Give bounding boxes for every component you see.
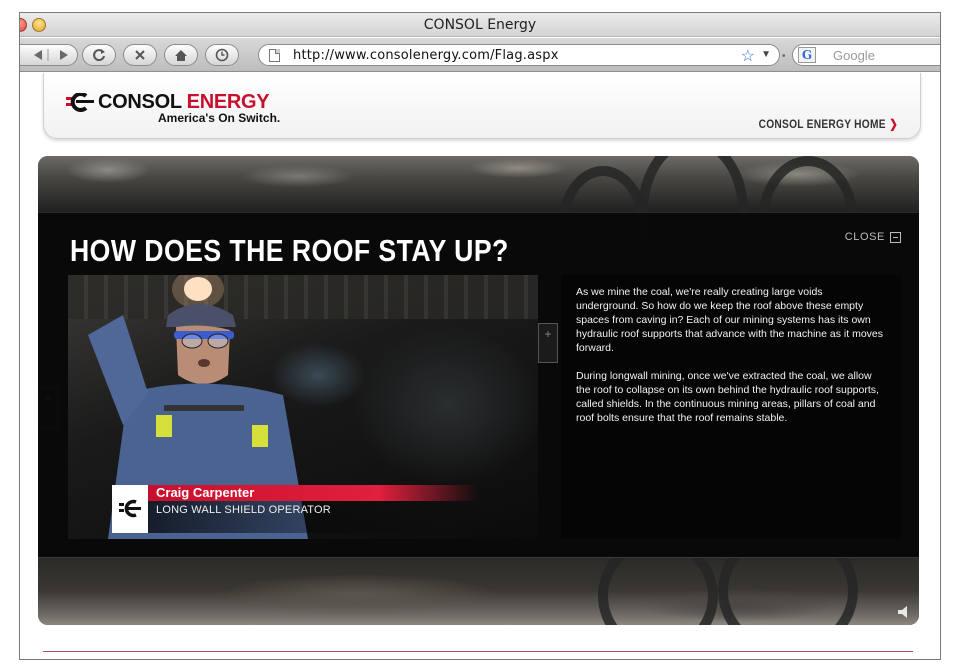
home-icon	[175, 49, 187, 61]
video-player[interactable]: Craig Carpenter LONG WALL SHIELD OPERATO…	[68, 275, 538, 539]
description-panel: As we mine the coal, we're really creati…	[561, 275, 901, 539]
chevron-down-icon[interactable]: ▼	[761, 49, 771, 60]
footer-divider	[43, 651, 913, 652]
search-input[interactable]: G Google ⚲	[792, 44, 940, 66]
browser-toolbar: http://www.consolenergy.com/Flag.aspx ☆ …	[20, 38, 940, 72]
reload-button[interactable]	[82, 44, 116, 66]
window-title: CONSOL Energy	[423, 17, 537, 33]
url-text[interactable]: http://www.consolenergy.com/Flag.aspx	[293, 48, 559, 63]
clock-icon	[215, 48, 229, 62]
browser-window: CONSOL Energy http://www.consolenergy.co…	[19, 12, 941, 660]
close-button[interactable]: CLOSE	[845, 231, 901, 243]
logo-tagline: America's On Switch.	[158, 111, 281, 125]
info-overlay: HOW DOES THE ROOF STAY UP? CLOSE Craig C…	[38, 212, 919, 558]
consol-energy-home-link[interactable]: CONSOL ENERGY HOME ❯	[759, 117, 898, 131]
close-label: CLOSE	[844, 231, 885, 243]
web-page: CONSOL ENERGY America's On Switch. CONSO…	[20, 73, 940, 659]
site-header: CONSOL ENERGY America's On Switch. CONSO…	[43, 73, 921, 139]
back-forward-icon	[34, 49, 68, 61]
title-bar: CONSOL Energy	[20, 13, 940, 37]
expand-middle-button[interactable]: +	[538, 323, 558, 363]
logo-mark-icon	[66, 93, 94, 112]
logo-mark-icon	[119, 499, 141, 518]
close-icon	[890, 231, 901, 243]
search-engine-icon[interactable]: G	[798, 47, 816, 63]
speaker-caption: Craig Carpenter LONG WALL SHIELD OPERATO…	[112, 485, 532, 533]
description-paragraph: During longwall mining, once we've extra…	[576, 370, 879, 424]
speaker-name: Craig Carpenter	[156, 485, 255, 500]
back-forward-button[interactable]	[20, 44, 78, 66]
overlay-heading: HOW DOES THE ROOF STAY UP?	[70, 233, 509, 268]
history-button[interactable]	[205, 44, 239, 66]
chevron-right-icon: ❯	[889, 117, 898, 131]
stop-icon	[135, 50, 145, 60]
mine-scene: + HOW DOES THE ROOF STAY UP? CLOSE	[38, 156, 919, 625]
consol-energy-logo[interactable]: CONSOL ENERGY America's On Switch.	[62, 91, 280, 125]
star-icon[interactable]: ☆	[741, 46, 755, 66]
separator-dot: •	[782, 51, 786, 62]
description-paragraph: As we mine the coal, we're really creati…	[576, 286, 883, 354]
consol-badge	[112, 485, 148, 533]
home-button[interactable]	[164, 44, 198, 66]
reload-icon	[93, 49, 105, 62]
stop-button[interactable]	[123, 44, 157, 66]
address-bar[interactable]: http://www.consolenergy.com/Flag.aspx ☆ …	[258, 44, 780, 66]
speaker-role: LONG WALL SHIELD OPERATOR	[156, 504, 331, 516]
search-placeholder: Google	[833, 48, 875, 63]
page-icon	[269, 49, 280, 62]
speaker-icon[interactable]	[897, 605, 911, 619]
